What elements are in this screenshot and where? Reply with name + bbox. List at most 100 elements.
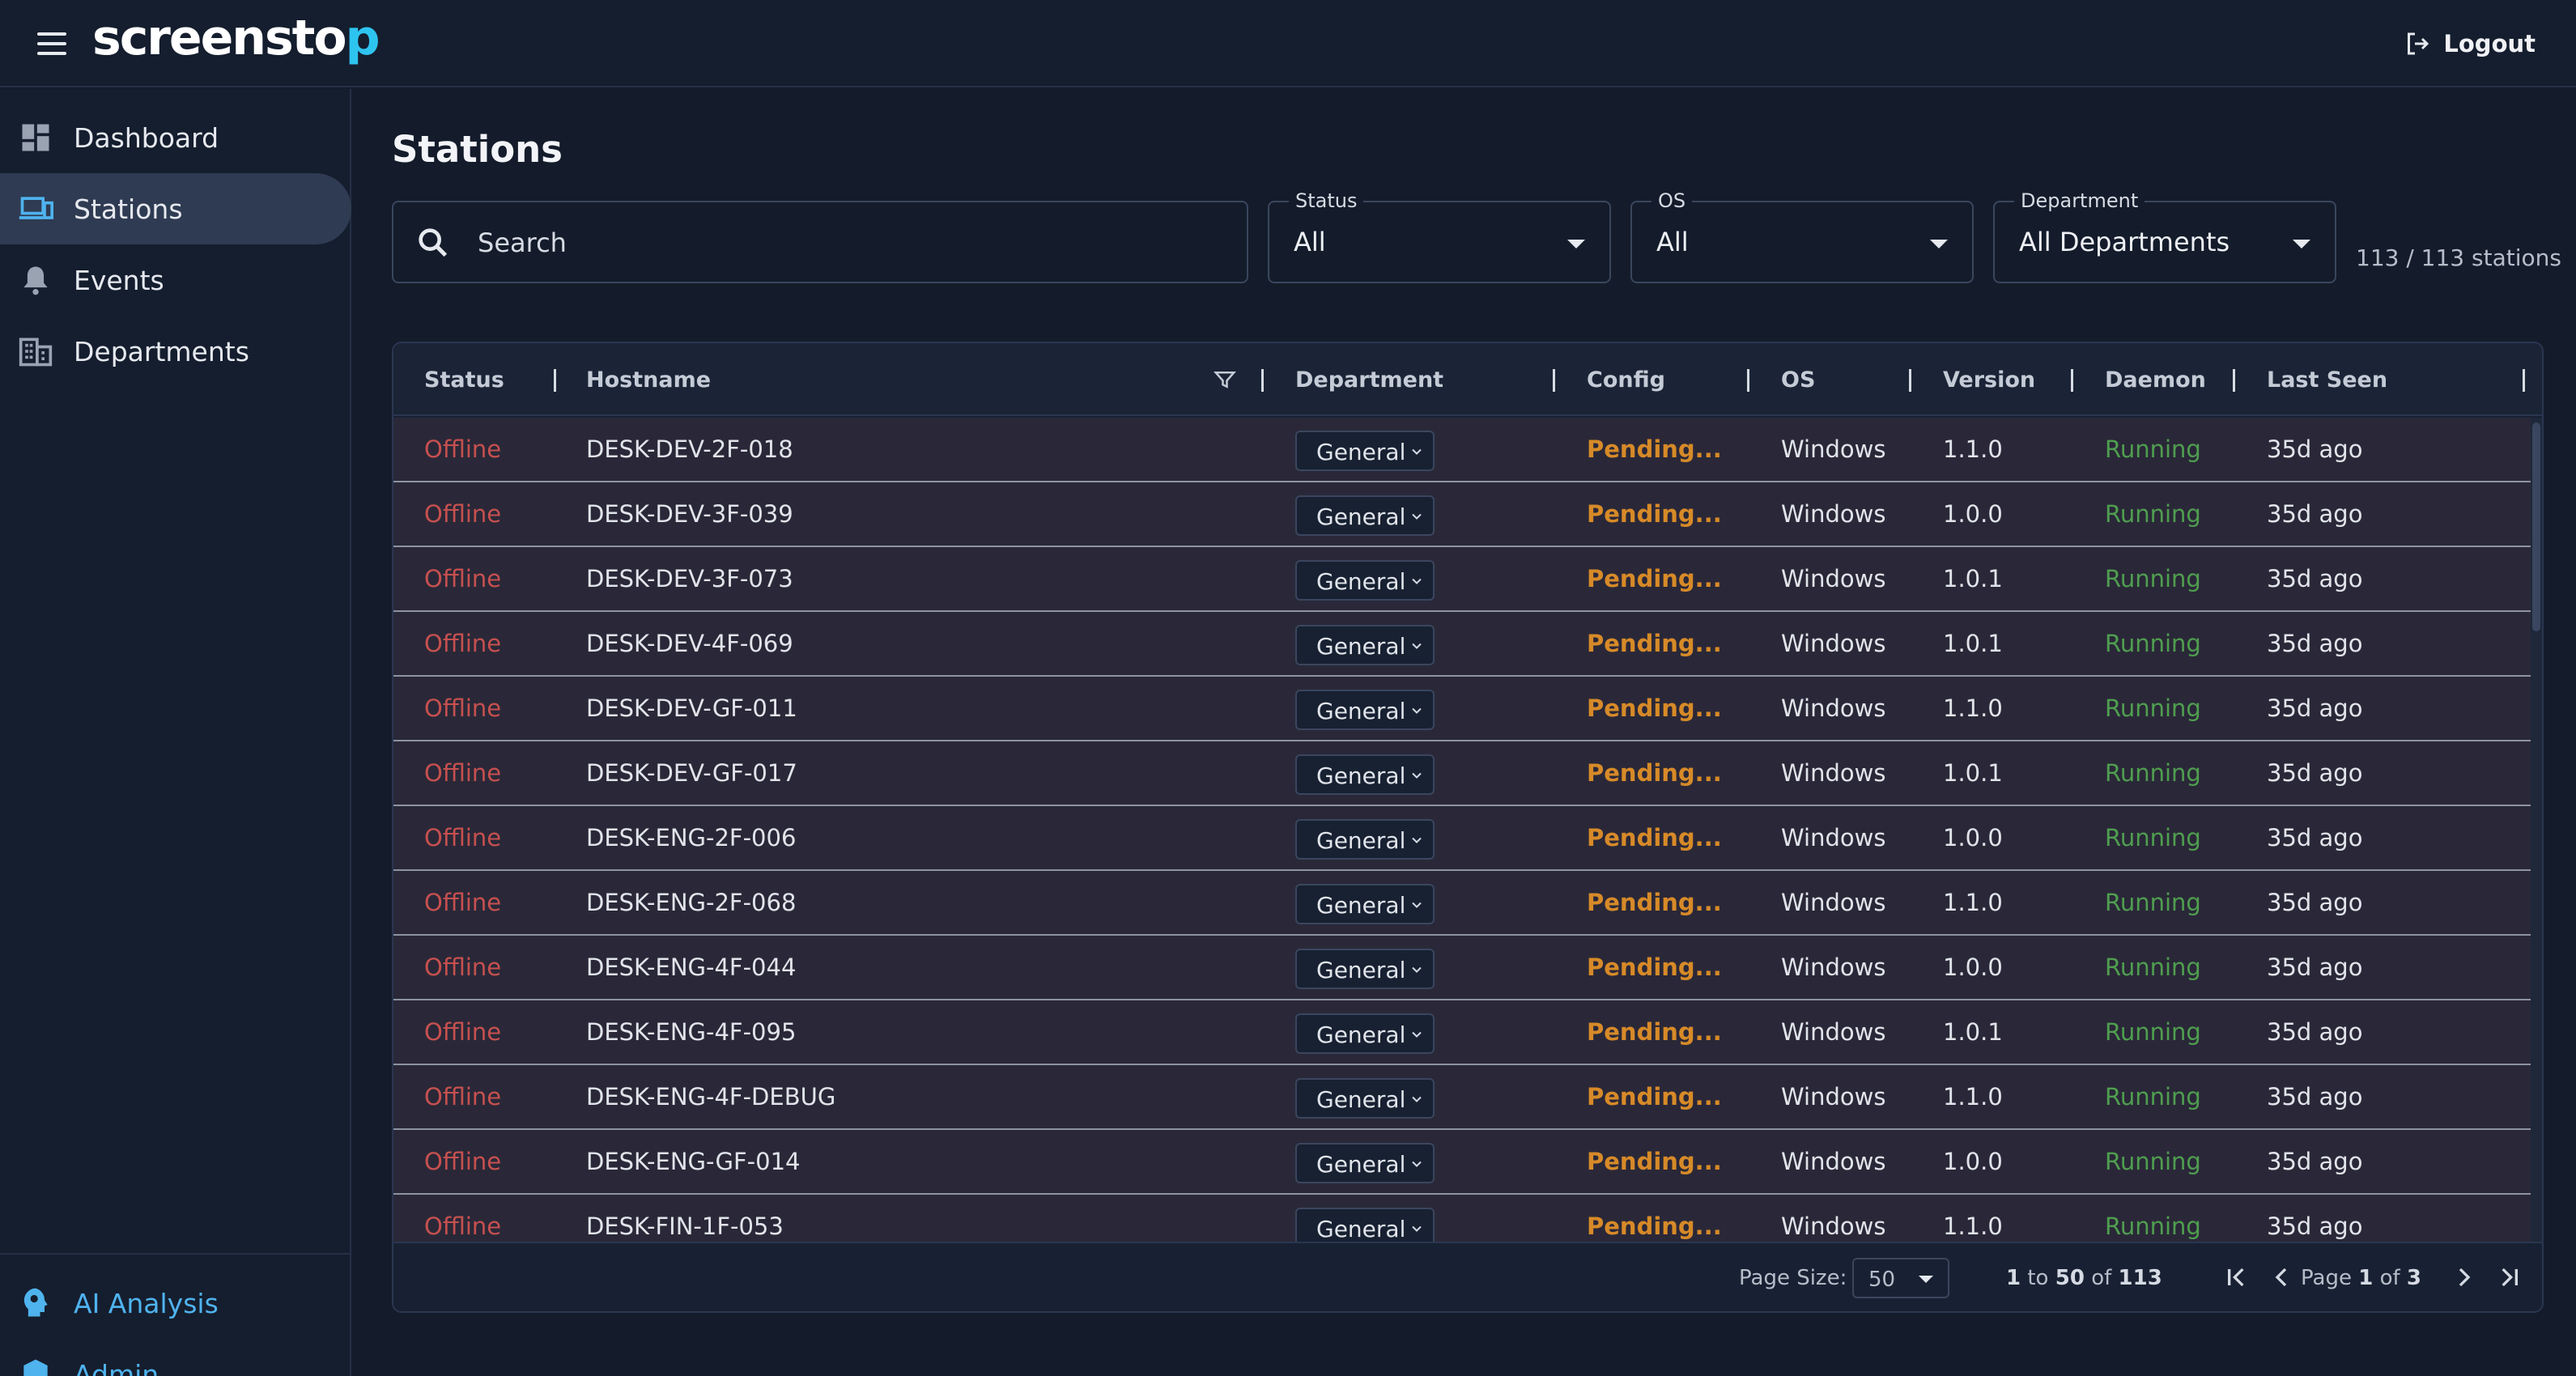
department-select[interactable]: General [1295,1078,1435,1119]
filter-icon[interactable] [1213,367,1237,392]
os-cell: Windows [1781,1018,1886,1046]
column-header-os[interactable]: OS [1781,343,1815,416]
table-row[interactable]: Offline DESK-DEV-GF-011 Pending... Windows 1… [393,677,2531,741]
hostname-cell: DESK-DEV-3F-039 [586,500,793,528]
sidebar-item-ai-analysis[interactable]: AI Analysis [0,1268,351,1339]
sidebar-item-events[interactable]: Events [0,244,351,316]
column-header-hostname[interactable]: Hostname [586,343,711,416]
sidebar-item-label: Departments [74,335,249,367]
column-header-department[interactable]: Department [1295,343,1443,416]
os-cell: Windows [1781,435,1886,463]
hostname-cell: DESK-ENG-GF-014 [586,1148,801,1175]
hostname-cell: DESK-ENG-4F-DEBUG [586,1083,836,1111]
last-seen-cell: 35d ago [2267,694,2363,722]
chevron-down-icon [1412,1096,1422,1102]
os-filter-select[interactable]: OS All [1630,189,1974,283]
column-resize-handle[interactable] [1909,369,1911,392]
daemon-cell: Running [2105,759,2201,787]
search-field[interactable] [392,201,1248,283]
table-row[interactable]: Offline DESK-DEV-2F-018 Pending... Windows 1… [393,418,2531,482]
last-seen-cell: 35d ago [2267,1018,2363,1046]
department-select[interactable]: General [1295,884,1435,924]
caret-down-icon [2293,240,2310,248]
last-seen-cell: 35d ago [2267,500,2363,528]
table-header: Status Hostname Department Config OS Ver… [393,343,2542,416]
status-filter-select[interactable]: Status All [1268,189,1611,283]
table-row[interactable]: Offline DESK-DEV-4F-069 Pending... Windows 1… [393,612,2531,677]
table-row[interactable]: Offline DESK-ENG-4F-095 Pending... Windows 1… [393,1000,2531,1065]
column-resize-handle[interactable] [2233,369,2235,392]
hostname-cell: DESK-DEV-GF-017 [586,759,797,787]
department-filter-select[interactable]: Department All Departments [1993,189,2336,283]
column-header-version[interactable]: Version [1943,343,2035,416]
logout-button[interactable]: Logout [2403,23,2536,65]
table-row[interactable]: Offline DESK-ENG-4F-044 Pending... Windows 1… [393,936,2531,1000]
table-row[interactable]: Offline DESK-DEV-GF-017 Pending... Windows 1… [393,741,2531,806]
department-select[interactable]: General [1295,495,1435,536]
column-resize-handle[interactable] [1553,369,1555,392]
table-row[interactable]: Offline DESK-DEV-3F-039 Pending... Windows 1… [393,482,2531,547]
daemon-cell: Running [2105,824,2201,852]
last-page-icon[interactable] [2493,1261,2526,1293]
hostname-cell: DESK-DEV-2F-018 [586,435,793,463]
stations-table: Status Hostname Department Config OS Ver… [392,342,2544,1313]
department-select[interactable]: General [1295,949,1435,989]
department-select[interactable]: General [1295,1013,1435,1054]
sidebar-item-stations[interactable]: Stations [0,173,351,244]
version-cell: 1.0.0 [1943,953,2003,981]
table-row[interactable]: Offline DESK-ENG-4F-DEBUG Pending... Window… [393,1065,2531,1130]
table-row[interactable]: Offline DESK-ENG-2F-068 Pending... Windows 1… [393,871,2531,936]
daemon-cell: Running [2105,500,2201,528]
sidebar-item-departments[interactable]: Departments [0,316,351,387]
department-select[interactable]: General [1295,754,1435,795]
department-select-value: General [1316,957,1406,983]
daemon-cell: Running [2105,435,2201,463]
table-row[interactable]: Offline DESK-ENG-2F-006 Pending... Windows 1… [393,806,2531,871]
menu-icon[interactable] [32,24,71,63]
first-page-icon[interactable] [2220,1261,2252,1293]
department-select[interactable]: General [1295,625,1435,665]
department-select[interactable]: General [1295,431,1435,471]
daemon-cell: Running [2105,953,2201,981]
status-cell: Offline [424,953,502,981]
caret-down-icon [1567,240,1585,248]
config-cell: Pending... [1587,1148,1722,1175]
department-select[interactable]: General [1295,690,1435,730]
column-resize-handle[interactable] [2523,369,2525,392]
column-header-status[interactable]: Status [424,343,504,416]
column-resize-handle[interactable] [1261,369,1264,392]
os-cell: Windows [1781,630,1886,657]
sidebar-item-dashboard[interactable]: Dashboard [0,102,351,173]
previous-page-icon[interactable] [2265,1261,2298,1293]
version-cell: 1.0.0 [1943,500,2003,528]
chevron-down-icon [1412,772,1422,779]
sidebar-item-label: Dashboard [74,121,219,154]
status-cell: Offline [424,1018,502,1046]
department-select[interactable]: General [1295,1143,1435,1183]
department-select[interactable]: General [1295,819,1435,860]
column-header-daemon[interactable]: Daemon [2105,343,2206,416]
department-select[interactable]: General [1295,560,1435,601]
search-icon [419,228,448,257]
column-resize-handle[interactable] [1747,369,1749,392]
vertical-scrollbar[interactable] [2531,418,2542,1255]
page-size-select[interactable]: 50 [1852,1258,1949,1298]
app-logo[interactable]: screenstop [92,10,380,66]
column-header-last-seen[interactable]: Last Seen [2267,343,2387,416]
column-header-config[interactable]: Config [1587,343,1665,416]
status-cell: Offline [424,694,502,722]
chevron-down-icon [1412,1225,1422,1232]
next-page-icon[interactable] [2448,1261,2480,1293]
os-cell: Windows [1781,889,1886,916]
column-resize-handle[interactable] [554,369,556,392]
search-input[interactable] [478,219,1222,267]
scrollbar-thumb[interactable] [2532,423,2540,631]
table-row[interactable]: Offline DESK-DEV-3F-073 Pending... Windows 1… [393,547,2531,612]
sidebar-item-admin[interactable]: Admin [0,1339,351,1376]
version-cell: 1.1.0 [1943,1083,2003,1111]
column-resize-handle[interactable] [2071,369,2073,392]
daemon-cell: Running [2105,565,2201,592]
table-row[interactable]: Offline DESK-ENG-GF-014 Pending... Windows 1… [393,1130,2531,1195]
version-cell: 1.1.0 [1943,435,2003,463]
building-icon [19,338,53,367]
